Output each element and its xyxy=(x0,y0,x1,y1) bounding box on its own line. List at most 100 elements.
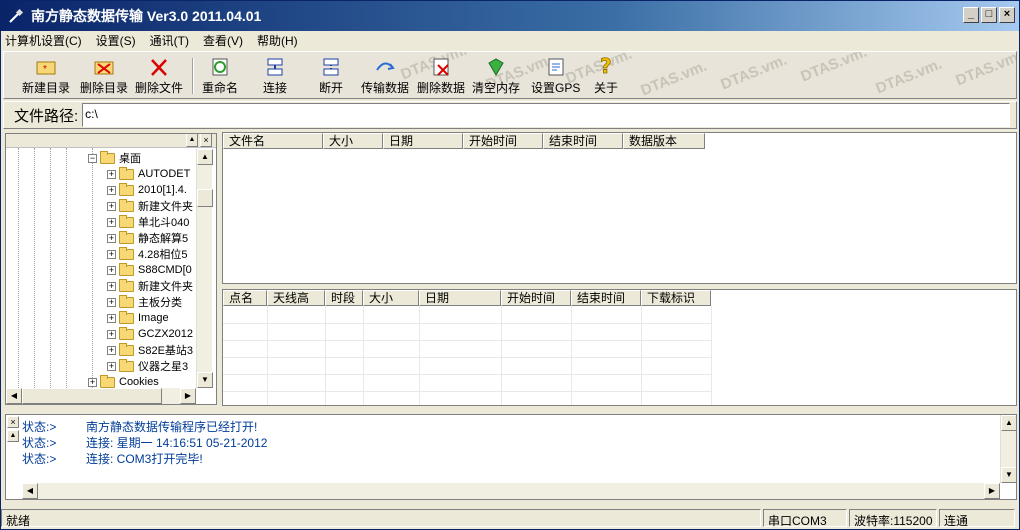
connection-status: 连通 xyxy=(939,509,1015,528)
transfer-icon xyxy=(374,56,396,77)
new-folder-button[interactable]: * 新建目录 xyxy=(22,56,70,96)
file-list-header: 文件名 大小 日期 开始时间 结束时间 数据版本 xyxy=(223,133,705,149)
grid-line xyxy=(419,306,420,405)
scroll-thumb[interactable] xyxy=(22,388,162,404)
folder-tree[interactable]: ▲ × − 桌面 + AUTODET +2010[1].4. + 新建文件夹 + 单北… xyxy=(5,133,217,405)
expand-icon[interactable]: + xyxy=(107,217,116,227)
scroll-right-button[interactable]: ▶ xyxy=(984,483,1000,499)
column-header[interactable]: 点名 xyxy=(223,290,267,306)
file-path-bar: 文件路径: c:\ xyxy=(3,101,1017,129)
delete-file-button[interactable]: 删除文件 xyxy=(135,56,183,96)
connect-button[interactable]: 连接 xyxy=(263,56,287,96)
clear-memory-button[interactable]: 清空内存 xyxy=(472,56,520,96)
folder-icon xyxy=(119,182,134,196)
folder-icon xyxy=(119,230,134,244)
column-header[interactable]: 大小 xyxy=(363,290,419,306)
delete-data-button[interactable]: 删除数据 xyxy=(417,56,465,96)
grid-line xyxy=(641,306,642,405)
expand-icon[interactable]: + xyxy=(107,313,116,323)
menu-view[interactable]: 查看(V) xyxy=(203,32,243,49)
grid-line xyxy=(711,306,712,405)
rename-button[interactable]: 重命名 xyxy=(202,56,238,96)
tree-horizontal-scrollbar[interactable]: ◀ ▶ xyxy=(6,388,196,404)
delete-folder-icon xyxy=(93,56,115,77)
folder-icon xyxy=(100,374,115,388)
scroll-up-button[interactable]: ▲ xyxy=(197,149,213,165)
connect-icon xyxy=(264,56,286,77)
column-header[interactable]: 开始时间 xyxy=(463,133,543,149)
status-log[interactable]: × ▲ 状态:> 南方静态数据传输程序已经打开! 状态:> 连接: 星期一 14:1… xyxy=(5,414,1017,500)
point-list-table[interactable]: 点名 天线高 时段 大小 日期 开始时间 结束时间 下载标识 xyxy=(222,289,1017,406)
column-header[interactable]: 日期 xyxy=(383,133,463,149)
tree-close-button[interactable]: × xyxy=(200,134,212,147)
column-header[interactable]: 数据版本 xyxy=(623,133,705,149)
grid-line xyxy=(223,357,711,358)
expand-icon[interactable]: + xyxy=(107,265,116,275)
log-entry: 状态:> 南方静态数据传输程序已经打开! xyxy=(22,420,258,434)
column-header[interactable]: 日期 xyxy=(419,290,501,306)
transfer-data-button[interactable]: 传输数据 xyxy=(361,56,409,96)
title-bar[interactable]: 南方静态数据传输 Ver3.0 2011.04.01 _ □ × xyxy=(1,1,1019,31)
log-close-button[interactable]: × xyxy=(7,416,19,428)
expand-icon[interactable]: + xyxy=(107,297,116,307)
grid-line xyxy=(501,306,502,405)
column-header[interactable]: 开始时间 xyxy=(501,290,571,306)
column-header[interactable]: 文件名 xyxy=(223,133,323,149)
log-entry: 状态:> 连接: 星期一 14:16:51 05-21-2012 xyxy=(22,436,268,450)
toolbar-separator xyxy=(192,58,194,94)
scroll-left-button[interactable]: ◀ xyxy=(6,388,22,404)
grid-line xyxy=(325,306,326,405)
scroll-down-button[interactable]: ▼ xyxy=(197,372,213,388)
gps-settings-button[interactable]: 设置GPS xyxy=(531,56,580,96)
menu-computer-settings[interactable]: 计算机设置(C) xyxy=(5,32,82,49)
column-header[interactable]: 结束时间 xyxy=(543,133,623,149)
status-text: 就绪 xyxy=(1,509,761,528)
new-folder-icon: * xyxy=(35,56,57,77)
expand-icon[interactable]: + xyxy=(107,281,116,291)
app-satellite-icon xyxy=(7,7,25,25)
disconnect-button[interactable]: 断开 xyxy=(319,56,343,96)
expand-icon[interactable]: + xyxy=(107,169,116,179)
delete-data-icon xyxy=(430,56,452,77)
column-header[interactable]: 时段 xyxy=(325,290,363,306)
serial-port-status: 串口COM3 xyxy=(763,509,847,528)
expand-icon[interactable]: + xyxy=(107,345,116,355)
tree-vertical-scrollbar[interactable]: ▲ ▼ xyxy=(196,149,213,388)
minimize-button[interactable]: _ xyxy=(963,7,979,23)
scroll-thumb[interactable] xyxy=(197,189,213,207)
expand-icon[interactable]: + xyxy=(107,249,116,259)
close-button[interactable]: × xyxy=(999,7,1015,23)
about-icon: ? xyxy=(595,55,617,77)
folder-icon xyxy=(119,246,134,260)
column-header[interactable]: 大小 xyxy=(323,133,383,149)
expand-icon[interactable]: + xyxy=(88,377,97,387)
expand-icon[interactable]: + xyxy=(107,329,116,339)
delete-folder-button[interactable]: 删除目录 xyxy=(80,56,128,96)
expand-icon[interactable]: + xyxy=(107,233,116,243)
folder-icon xyxy=(119,294,134,308)
tree-collapse-button[interactable]: ▲ xyxy=(186,134,198,147)
log-collapse-button[interactable]: ▲ xyxy=(7,430,19,442)
scroll-down-button[interactable]: ▼ xyxy=(1001,467,1016,483)
expand-icon[interactable]: + xyxy=(107,201,116,211)
scroll-right-button[interactable]: ▶ xyxy=(180,388,196,404)
expand-icon[interactable]: + xyxy=(107,185,116,195)
column-header[interactable]: 下载标识 xyxy=(641,290,711,306)
column-header[interactable]: 结束时间 xyxy=(571,290,641,306)
file-path-input[interactable]: c:\ xyxy=(82,103,1010,127)
collapse-icon[interactable]: − xyxy=(88,153,97,163)
log-horizontal-scrollbar[interactable]: ◀ ▶ xyxy=(22,483,1000,499)
scroll-up-button[interactable]: ▲ xyxy=(1001,415,1016,431)
scroll-left-button[interactable]: ◀ xyxy=(22,483,38,499)
expand-icon[interactable]: + xyxy=(107,361,116,371)
about-button[interactable]: ? 关于 xyxy=(594,55,618,96)
menu-help[interactable]: 帮助(H) xyxy=(257,32,298,49)
menu-communication[interactable]: 通讯(T) xyxy=(150,32,189,49)
file-list-table[interactable]: 文件名 大小 日期 开始时间 结束时间 数据版本 xyxy=(222,132,1017,284)
menu-settings[interactable]: 设置(S) xyxy=(96,32,136,49)
folder-icon xyxy=(119,326,134,340)
maximize-button[interactable]: □ xyxy=(981,7,997,23)
column-header[interactable]: 天线高 xyxy=(267,290,325,306)
rename-icon xyxy=(209,56,231,77)
log-vertical-scrollbar[interactable]: ▲ ▼ xyxy=(1000,415,1016,483)
